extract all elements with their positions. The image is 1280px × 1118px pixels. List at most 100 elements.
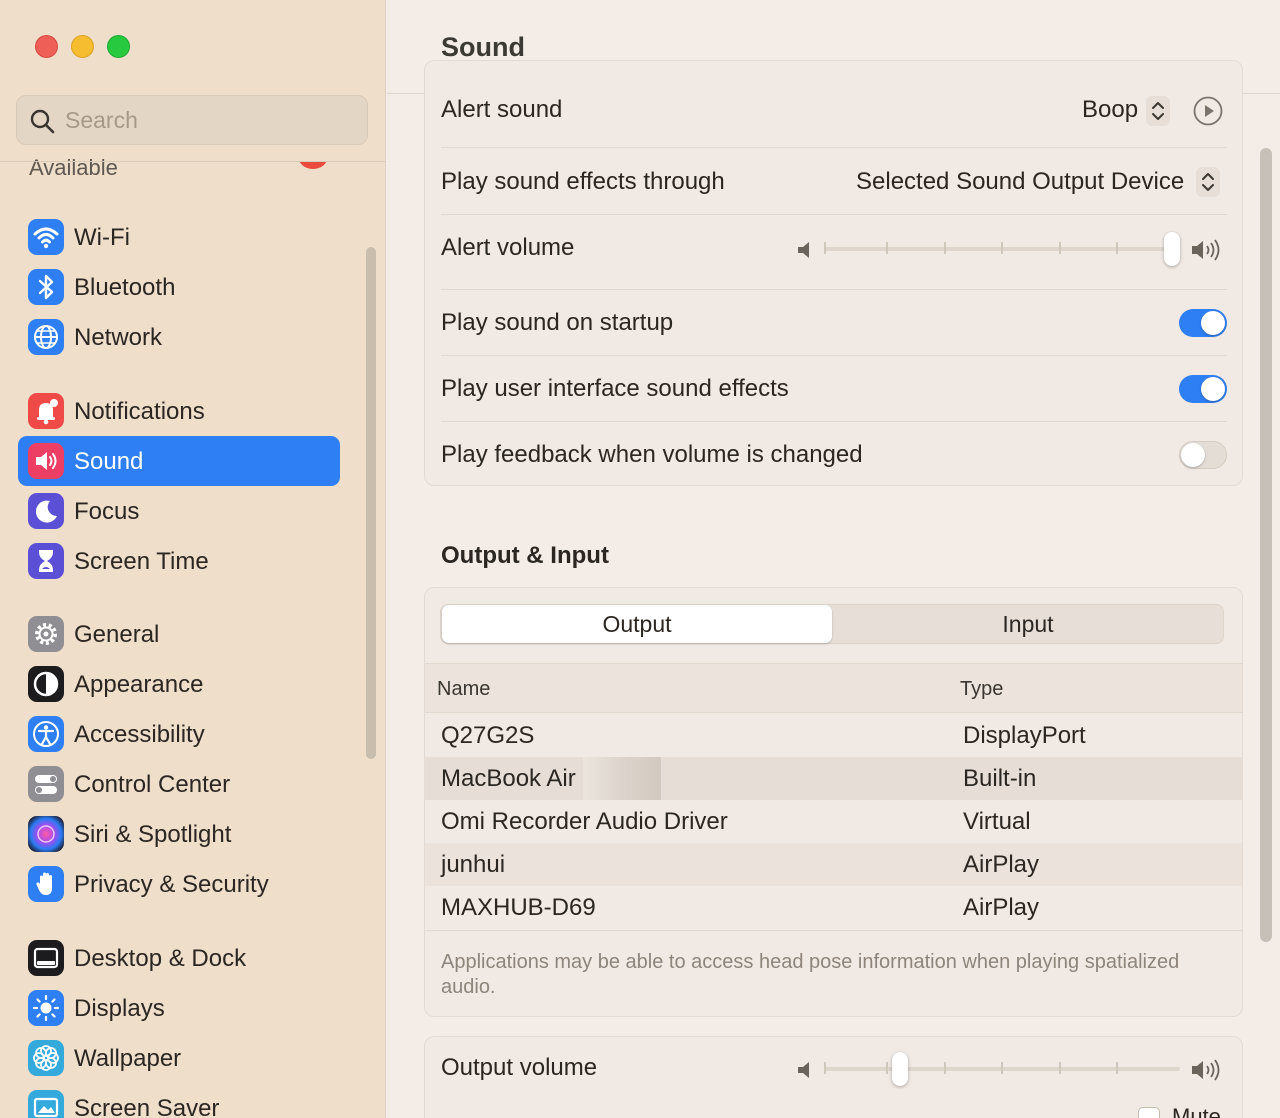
ui-sound-effects-toggle[interactable] bbox=[1179, 375, 1227, 403]
device-name: Q27G2S bbox=[441, 722, 535, 749]
device-name: MacBook Air bbox=[441, 765, 576, 792]
divider bbox=[441, 421, 1227, 422]
sidebar-item-wallpaper[interactable]: Wallpaper bbox=[18, 1033, 340, 1083]
speaker-icon bbox=[28, 443, 64, 479]
sidebar-item-label: Network bbox=[74, 324, 163, 351]
sidebar-item-sound[interactable]: Sound bbox=[18, 436, 340, 486]
minimize-window-button[interactable] bbox=[71, 35, 94, 58]
sidebar-item-general[interactable]: General bbox=[18, 609, 340, 659]
sun-icon bbox=[28, 990, 64, 1026]
sidebar-divider bbox=[0, 161, 385, 162]
alert-sound-popup[interactable]: Boop bbox=[1082, 96, 1138, 124]
table-row[interactable]: Q27G2S DisplayPort bbox=[425, 714, 1242, 757]
alert-volume-label: Alert volume bbox=[441, 234, 575, 261]
sidebar-scrollbar[interactable] bbox=[366, 247, 376, 759]
output-volume-label: Output volume bbox=[441, 1054, 598, 1081]
device-name: Omi Recorder Audio Driver bbox=[441, 808, 728, 835]
divider bbox=[441, 147, 1227, 148]
slider-tick bbox=[944, 1062, 946, 1074]
sidebar-item-label: Bluetooth bbox=[74, 274, 176, 301]
divider bbox=[425, 930, 1242, 931]
slider-tick bbox=[1001, 242, 1003, 254]
slider-tick bbox=[824, 242, 826, 254]
column-header-type[interactable]: Type bbox=[960, 678, 1003, 701]
slider-tick bbox=[886, 242, 888, 254]
sidebar-item-focus[interactable]: Focus bbox=[18, 486, 340, 536]
sidebar-item-bluetooth[interactable]: Bluetooth bbox=[18, 262, 340, 312]
sidebar-item-label: General bbox=[74, 621, 160, 648]
sidebar-item-screen-time[interactable]: Screen Time bbox=[18, 536, 340, 586]
toggle-knob bbox=[1201, 311, 1225, 335]
slider-tick bbox=[1001, 1062, 1003, 1074]
search-field[interactable] bbox=[16, 95, 368, 145]
head-pose-footnote: Applications may be able to access head … bbox=[441, 951, 1180, 998]
globe-icon bbox=[28, 319, 64, 355]
alert-sound-stepper[interactable] bbox=[1146, 96, 1170, 126]
appearance-icon bbox=[28, 666, 64, 702]
sidebar-item-label: Privacy & Security bbox=[74, 871, 269, 898]
startup-sound-label: Play sound on startup bbox=[441, 309, 674, 336]
sidebar-item-accessibility[interactable]: Accessibility bbox=[18, 709, 340, 759]
content-scrollbar[interactable] bbox=[1260, 148, 1272, 942]
moon-icon bbox=[28, 493, 64, 529]
sidebar-item-desktop-dock[interactable]: Desktop & Dock bbox=[18, 933, 340, 983]
table-row[interactable]: Omi Recorder Audio Driver Virtual bbox=[425, 800, 1242, 843]
play-alert-icon[interactable] bbox=[1192, 95, 1224, 127]
redacted-region bbox=[583, 757, 661, 800]
slider-tick bbox=[886, 1062, 888, 1074]
device-name: junhui bbox=[441, 851, 506, 878]
wifi-icon bbox=[28, 219, 64, 255]
output-input-segmented-control: Output Input bbox=[440, 604, 1224, 644]
alert-sound-label: Alert sound bbox=[441, 96, 563, 123]
volume-low-icon bbox=[798, 242, 809, 258]
volume-feedback-toggle[interactable] bbox=[1179, 441, 1227, 469]
chevron-updown-icon bbox=[1152, 102, 1164, 120]
sidebar-item-screen-saver[interactable]: Screen Saver bbox=[18, 1083, 340, 1118]
mute-checkbox[interactable] bbox=[1138, 1107, 1160, 1118]
sidebar: Available Wi-Fi Bluetooth Network Notifi… bbox=[0, 0, 386, 1118]
siri-icon bbox=[28, 816, 64, 852]
close-window-button[interactable] bbox=[35, 35, 58, 58]
volume-high-icon bbox=[1192, 239, 1220, 261]
device-type: Virtual bbox=[963, 808, 1031, 835]
bluetooth-icon bbox=[28, 269, 64, 305]
table-row[interactable]: junhui AirPlay bbox=[425, 843, 1242, 886]
sidebar-item-control-center[interactable]: Control Center bbox=[18, 759, 340, 809]
slider-thumb[interactable] bbox=[892, 1052, 908, 1086]
tab-output[interactable]: Output bbox=[442, 605, 832, 643]
sidebar-item-label: Notifications bbox=[74, 398, 205, 425]
sidebar-item-siri-spotlight[interactable]: Siri & Spotlight bbox=[18, 809, 340, 859]
tab-input[interactable]: Input bbox=[833, 605, 1223, 643]
flower-icon bbox=[28, 1040, 64, 1076]
search-input[interactable] bbox=[65, 96, 355, 144]
accessibility-icon bbox=[28, 716, 64, 752]
sidebar-item-notifications[interactable]: Notifications bbox=[18, 386, 340, 436]
table-row[interactable]: MAXHUB-D69 AirPlay bbox=[425, 886, 1242, 929]
volume-feedback-label: Play feedback when volume is changed bbox=[441, 441, 863, 468]
sidebar-item-label: Displays bbox=[74, 995, 165, 1022]
sidebar-item-label: Sound bbox=[74, 448, 144, 475]
table-row-selected[interactable]: MacBook Air Built-in bbox=[425, 757, 1242, 800]
page-title: Sound bbox=[441, 32, 525, 62]
divider bbox=[441, 289, 1227, 290]
slider-tick bbox=[1116, 242, 1118, 254]
sidebar-item-label: Wi-Fi bbox=[74, 224, 130, 251]
sidebar-item-label: Siri & Spotlight bbox=[74, 821, 232, 848]
divider bbox=[441, 214, 1227, 215]
startup-sound-toggle[interactable] bbox=[1179, 309, 1227, 337]
sidebar-item-wifi[interactable]: Wi-Fi bbox=[18, 212, 340, 262]
slider-thumb[interactable] bbox=[1164, 232, 1180, 266]
sidebar-item-privacy-security[interactable]: Privacy & Security bbox=[18, 859, 340, 909]
column-header-name[interactable]: Name bbox=[437, 678, 490, 701]
screensaver-icon bbox=[28, 1090, 64, 1118]
sidebar-item-network[interactable]: Network bbox=[18, 312, 340, 362]
search-icon bbox=[30, 109, 55, 134]
sidebar-item-displays[interactable]: Displays bbox=[18, 983, 340, 1033]
play-through-popup[interactable]: Selected Sound Output Device bbox=[856, 168, 1184, 196]
device-name: MAXHUB-D69 bbox=[441, 894, 596, 921]
zoom-window-button[interactable] bbox=[107, 35, 130, 58]
output-input-heading: Output & Input bbox=[441, 542, 609, 569]
sidebar-item-appearance[interactable]: Appearance bbox=[18, 659, 340, 709]
play-through-stepper[interactable] bbox=[1196, 167, 1220, 197]
device-type: DisplayPort bbox=[963, 722, 1086, 749]
